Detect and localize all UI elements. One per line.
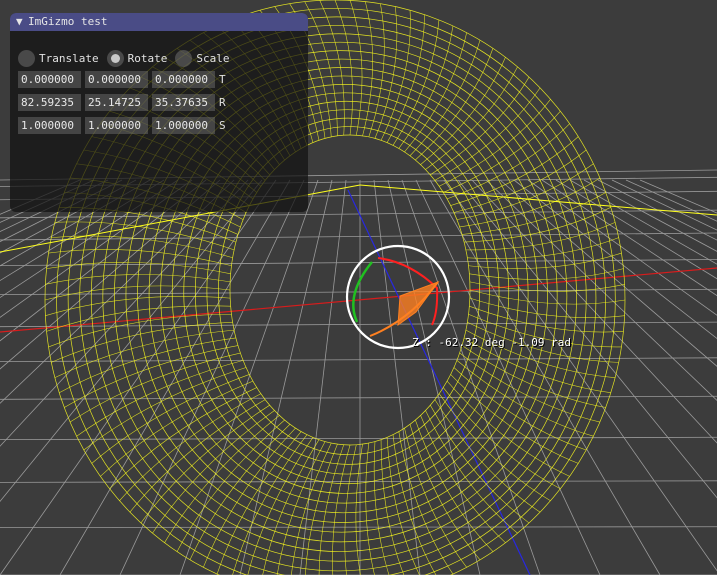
- rotate-radio[interactable]: Rotate: [106, 50, 168, 67]
- translation-x-field[interactable]: 0.000000: [18, 71, 81, 88]
- scale-x-field[interactable]: 1.000000: [18, 117, 81, 134]
- scale-radio[interactable]: Scale: [175, 50, 229, 67]
- rotate-label: Rotate: [127, 52, 168, 65]
- scale-label: Scale: [196, 52, 230, 65]
- gizmo-rotation-readout: Z : -62.32 deg -1.09 rad: [412, 336, 571, 349]
- translate-label: Translate: [39, 52, 99, 65]
- imgizmo-test-window[interactable]: ▼ ImGizmo test Translate Rotate Scale 0.0…: [10, 13, 308, 212]
- translation-row: 0.000000 0.000000 0.000000 T: [18, 71, 226, 88]
- scale-z-field[interactable]: 1.000000: [152, 117, 215, 134]
- translation-y-field[interactable]: 0.000000: [85, 71, 148, 88]
- rotation-label: R: [219, 96, 226, 109]
- radio-circle-icon: [175, 50, 193, 67]
- scale-row: 1.000000 1.000000 1.000000 S: [18, 117, 226, 134]
- operation-selector: Translate Rotate Scale: [18, 50, 237, 67]
- collapse-arrow-icon[interactable]: ▼: [16, 13, 28, 31]
- window-titlebar[interactable]: ▼ ImGizmo test: [10, 13, 308, 31]
- radio-selected-icon: [106, 50, 124, 67]
- rotation-y-field[interactable]: 25.14725: [85, 94, 148, 111]
- scale-y-field[interactable]: 1.000000: [85, 117, 148, 134]
- radio-circle-icon: [18, 50, 35, 67]
- rotation-x-field[interactable]: 82.59235: [18, 94, 81, 111]
- translate-radio[interactable]: Translate: [18, 50, 99, 67]
- window-title: ImGizmo test: [28, 15, 108, 28]
- translation-z-field[interactable]: 0.000000: [152, 71, 215, 88]
- translation-label: T: [219, 73, 226, 86]
- scale-label: S: [219, 119, 226, 132]
- rotation-z-field[interactable]: 35.37635: [152, 94, 215, 111]
- rotation-row: 82.59235 25.14725 35.37635 R: [18, 94, 226, 111]
